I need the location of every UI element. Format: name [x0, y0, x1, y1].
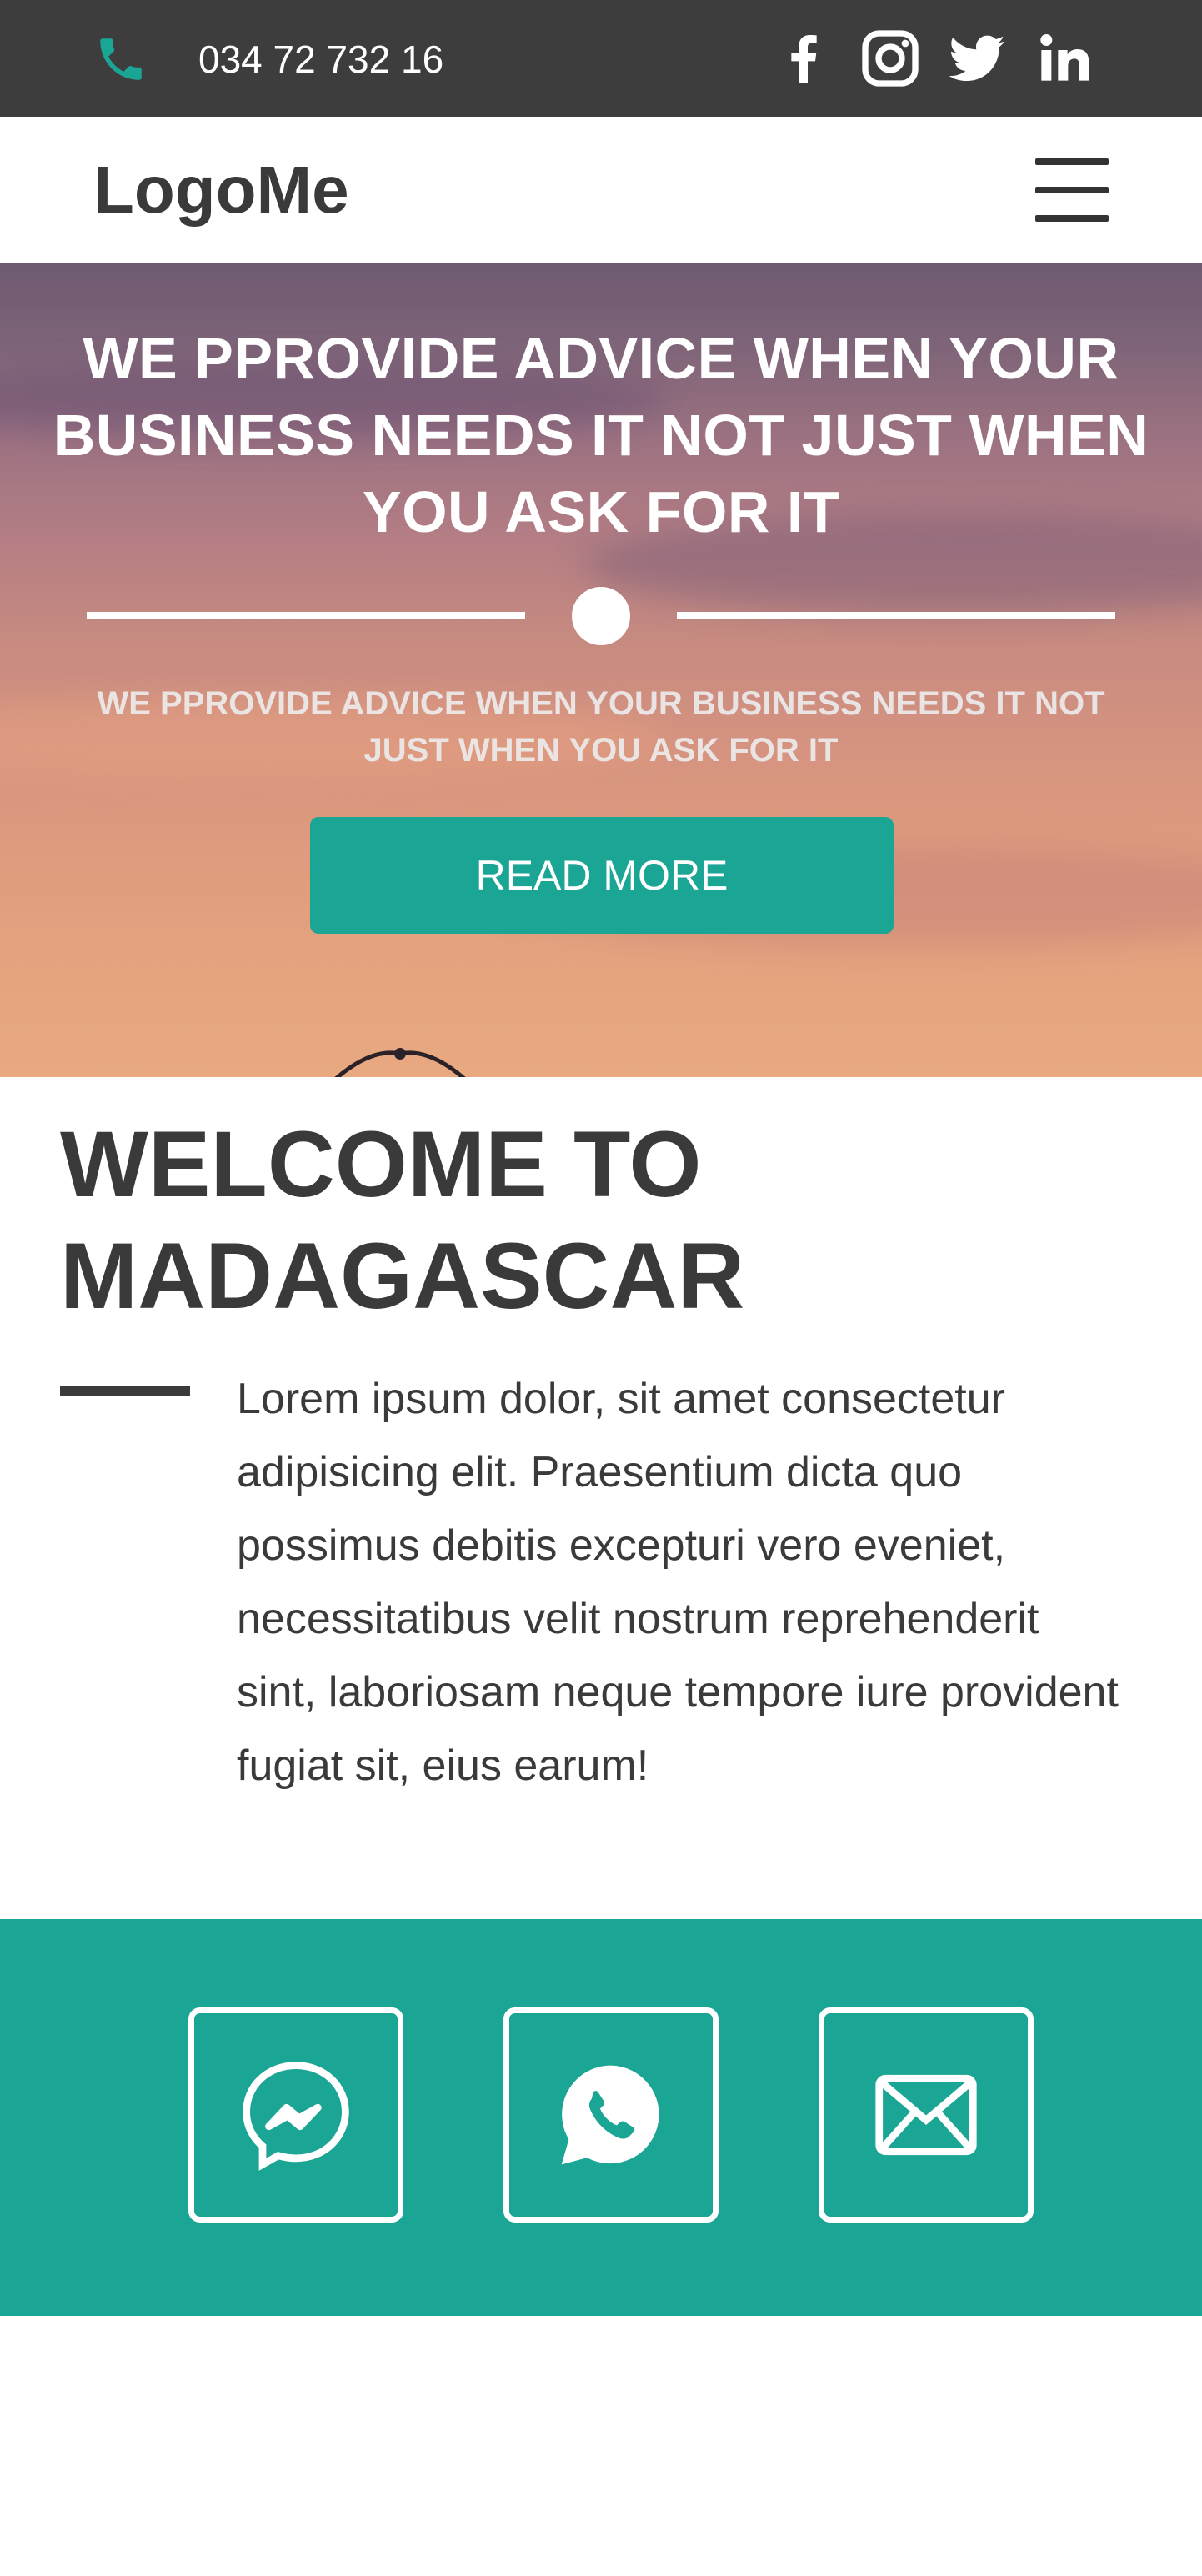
instagram-icon[interactable]	[857, 25, 924, 92]
contact-band	[0, 1919, 1202, 2316]
facebook-icon[interactable]	[770, 25, 837, 92]
hero-divider-right	[677, 612, 1115, 619]
messenger-icon	[243, 2062, 349, 2171]
whatsapp-icon	[561, 2065, 659, 2165]
phone-number[interactable]: 034 72 732 16	[198, 32, 443, 87]
hero-subtitle: WE PPROVIDE ADVICE WHEN YOUR BUSINESS NE…	[97, 685, 1105, 769]
read-more-button[interactable]: READ MORE	[310, 817, 894, 934]
hero-title: WE PPROVIDE ADVICE WHEN YOUR BUSINESS NE…	[53, 326, 1149, 544]
linkedin-icon[interactable]	[1030, 25, 1097, 92]
site-header: LogoMe	[0, 117, 1202, 263]
mail-icon	[875, 2074, 977, 2156]
welcome-title: WELCOME TO MADAGASCAR	[60, 1112, 745, 1328]
logo[interactable]: LogoMe	[93, 150, 349, 230]
twitter-icon[interactable]	[944, 25, 1010, 92]
top-bar: 034 72 732 16	[0, 0, 1202, 117]
whatsapp-button[interactable]	[503, 2007, 719, 2223]
bird-silhouette	[334, 1048, 466, 1077]
phone-icon	[93, 32, 148, 87]
hamburger-menu-icon[interactable]	[1032, 148, 1112, 232]
hero-banner: WE PPROVIDE ADVICE WHEN YOUR BUSINESS NE…	[0, 263, 1202, 1077]
hero-divider-left	[87, 612, 525, 619]
welcome-accent-bar	[60, 1386, 190, 1396]
welcome-paragraph: Lorem ipsum dolor, sit amet consectetur …	[237, 1375, 1119, 1790]
messenger-button[interactable]	[188, 2007, 403, 2223]
mail-button[interactable]	[819, 2007, 1034, 2223]
hero-divider-dot	[572, 587, 630, 645]
